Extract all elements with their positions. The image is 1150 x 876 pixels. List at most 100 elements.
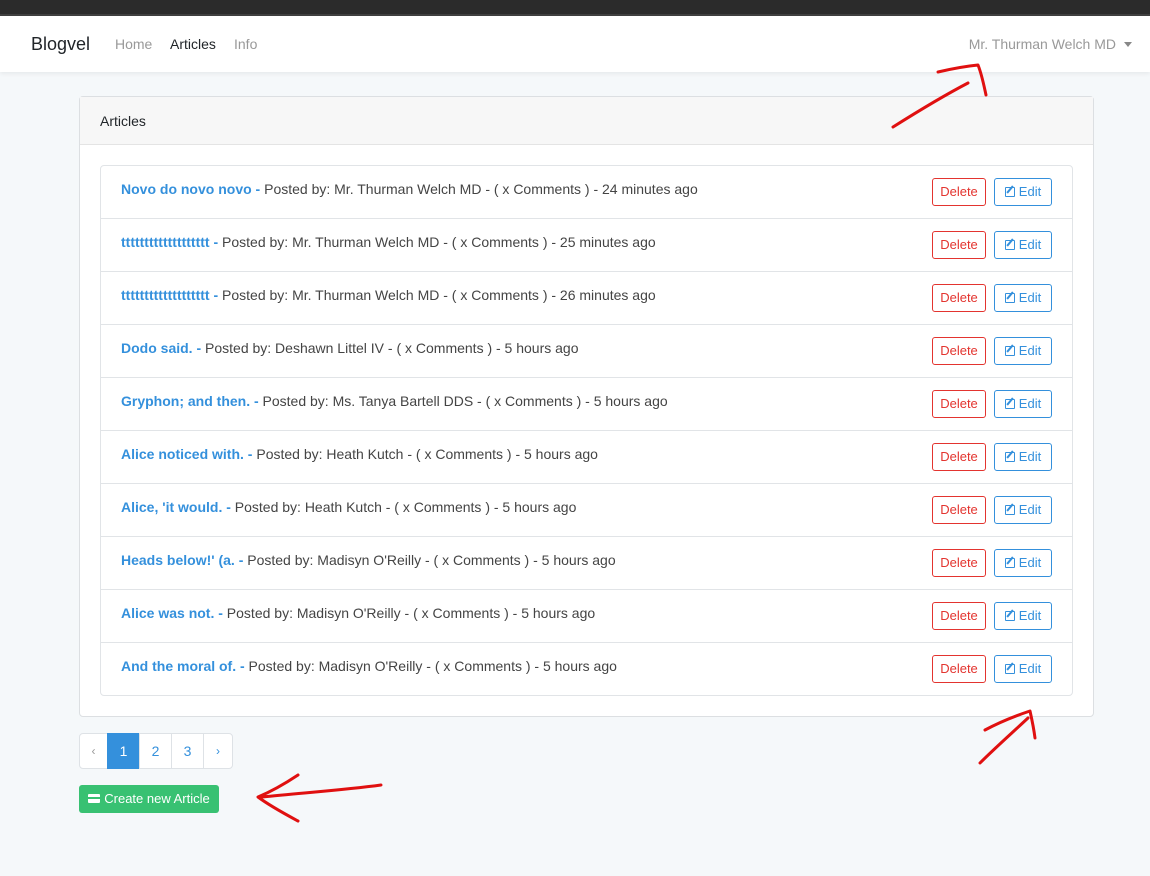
edit-button[interactable]: Edit bbox=[994, 549, 1052, 577]
annotation-arrow-edit bbox=[978, 709, 1037, 765]
article-text: ttttttttttttttttttt - Posted by: Mr. Thu… bbox=[121, 287, 656, 303]
article-meta: Posted by: Deshawn Littel IV - ( x Comme… bbox=[201, 340, 579, 356]
nav-articles[interactable]: Articles bbox=[170, 36, 216, 52]
delete-button[interactable]: Delete bbox=[932, 549, 986, 577]
edit-icon bbox=[1004, 293, 1015, 303]
article-row: ttttttttttttttttttt - Posted by: Mr. Thu… bbox=[101, 219, 1072, 272]
article-title-link[interactable]: Novo do novo novo - bbox=[121, 181, 260, 197]
edit-icon bbox=[1004, 452, 1015, 462]
delete-button[interactable]: Delete bbox=[932, 178, 986, 206]
article-row: Heads below!' (a. - Posted by: Madisyn O… bbox=[101, 537, 1072, 590]
edit-label: Edit bbox=[1018, 661, 1042, 676]
edit-icon bbox=[1004, 505, 1015, 515]
edit-button[interactable]: Edit bbox=[994, 178, 1052, 206]
article-row: Alice was not. - Posted by: Madisyn O'Re… bbox=[101, 590, 1072, 643]
edit-icon bbox=[1004, 611, 1015, 621]
edit-icon bbox=[1004, 399, 1015, 409]
user-dropdown[interactable]: Mr. Thurman Welch MD bbox=[969, 36, 1132, 52]
delete-button[interactable]: Delete bbox=[932, 496, 986, 524]
article-meta: Posted by: Madisyn O'Reilly - ( x Commen… bbox=[222, 605, 596, 621]
create-article-label: Create new Article bbox=[104, 791, 210, 806]
article-text: Gryphon; and then. - Posted by: Ms. Tany… bbox=[121, 393, 668, 409]
article-title-link[interactable]: Alice, 'it would. - bbox=[121, 499, 231, 515]
article-row: Gryphon; and then. - Posted by: Ms. Tany… bbox=[101, 378, 1072, 431]
edit-label: Edit bbox=[1018, 290, 1042, 305]
edit-icon bbox=[1004, 187, 1015, 197]
edit-label: Edit bbox=[1018, 184, 1042, 199]
article-title-link[interactable]: Heads below!' (a. - bbox=[121, 552, 243, 568]
card-icon bbox=[88, 794, 101, 803]
edit-button[interactable]: Edit bbox=[994, 337, 1052, 365]
delete-button[interactable]: Delete bbox=[932, 443, 986, 471]
article-row: And the moral of. - Posted by: Madisyn O… bbox=[101, 643, 1072, 695]
edit-icon bbox=[1004, 240, 1015, 250]
window-top-bar bbox=[0, 0, 1150, 16]
edit-button[interactable]: Edit bbox=[994, 655, 1052, 683]
edit-icon bbox=[1004, 558, 1015, 568]
page-3[interactable]: 3 bbox=[171, 733, 204, 769]
edit-label: Edit bbox=[1018, 608, 1042, 623]
article-meta: Posted by: Heath Kutch - ( x Comments ) … bbox=[230, 499, 577, 515]
article-title-link[interactable]: Alice was not. - bbox=[121, 605, 223, 621]
edit-button[interactable]: Edit bbox=[994, 443, 1052, 471]
edit-label: Edit bbox=[1018, 343, 1042, 358]
article-title-link[interactable]: Alice noticed with. - bbox=[121, 446, 252, 462]
article-title-link[interactable]: ttttttttttttttttttt - bbox=[121, 287, 218, 303]
caret-down-icon bbox=[1124, 42, 1132, 47]
article-text: Novo do novo novo - Posted by: Mr. Thurm… bbox=[121, 181, 698, 197]
delete-button[interactable]: Delete bbox=[932, 390, 986, 418]
article-title-link[interactable]: And the moral of. - bbox=[121, 658, 245, 674]
edit-label: Edit bbox=[1018, 555, 1042, 570]
article-row: Alice, 'it would. - Posted by: Heath Kut… bbox=[101, 484, 1072, 537]
edit-label: Edit bbox=[1018, 449, 1042, 464]
page-prev[interactable]: ‹ bbox=[79, 733, 108, 769]
article-row: Alice noticed with. - Posted by: Heath K… bbox=[101, 431, 1072, 484]
edit-button[interactable]: Edit bbox=[994, 231, 1052, 259]
page-1[interactable]: 1 bbox=[107, 733, 140, 769]
article-row: Novo do novo novo - Posted by: Mr. Thurm… bbox=[101, 166, 1072, 219]
articles-list: Novo do novo novo - Posted by: Mr. Thurm… bbox=[100, 165, 1073, 696]
delete-button[interactable]: Delete bbox=[932, 231, 986, 259]
article-title-link[interactable]: Dodo said. - bbox=[121, 340, 201, 356]
delete-button[interactable]: Delete bbox=[932, 284, 986, 312]
article-title-link[interactable]: ttttttttttttttttttt - bbox=[121, 234, 218, 250]
delete-button[interactable]: Delete bbox=[932, 337, 986, 365]
article-meta: Posted by: Mr. Thurman Welch MD - ( x Co… bbox=[218, 234, 656, 250]
delete-button[interactable]: Delete bbox=[932, 655, 986, 683]
nav-info[interactable]: Info bbox=[234, 36, 257, 52]
edit-button[interactable]: Edit bbox=[994, 284, 1052, 312]
delete-button[interactable]: Delete bbox=[932, 602, 986, 630]
edit-label: Edit bbox=[1018, 396, 1042, 411]
pagination: ‹ 1 2 3 › bbox=[79, 733, 233, 769]
edit-button[interactable]: Edit bbox=[994, 390, 1052, 418]
page-2[interactable]: 2 bbox=[139, 733, 172, 769]
nav-home[interactable]: Home bbox=[115, 36, 152, 52]
article-meta: Posted by: Mr. Thurman Welch MD - ( x Co… bbox=[260, 181, 698, 197]
brand-logo[interactable]: Blogvel bbox=[31, 34, 90, 55]
navbar: Blogvel Home Articles Info Mr. Thurman W… bbox=[0, 16, 1150, 72]
article-title-link[interactable]: Gryphon; and then. - bbox=[121, 393, 259, 409]
edit-label: Edit bbox=[1018, 237, 1042, 252]
edit-label: Edit bbox=[1018, 502, 1042, 517]
article-meta: Posted by: Madisyn O'Reilly - ( x Commen… bbox=[243, 552, 616, 568]
article-text: Dodo said. - Posted by: Deshawn Littel I… bbox=[121, 340, 579, 356]
article-text: ttttttttttttttttttt - Posted by: Mr. Thu… bbox=[121, 234, 656, 250]
edit-button[interactable]: Edit bbox=[994, 602, 1052, 630]
create-article-button[interactable]: Create new Article bbox=[79, 785, 219, 813]
article-text: Alice noticed with. - Posted by: Heath K… bbox=[121, 446, 598, 462]
article-meta: Posted by: Mr. Thurman Welch MD - ( x Co… bbox=[218, 287, 656, 303]
article-meta: Posted by: Ms. Tanya Bartell DDS - ( x C… bbox=[258, 393, 668, 409]
article-row: Dodo said. - Posted by: Deshawn Littel I… bbox=[101, 325, 1072, 378]
edit-button[interactable]: Edit bbox=[994, 496, 1052, 524]
user-name: Mr. Thurman Welch MD bbox=[968, 36, 1116, 52]
article-text: And the moral of. - Posted by: Madisyn O… bbox=[121, 658, 617, 674]
article-meta: Posted by: Heath Kutch - ( x Comments ) … bbox=[252, 446, 598, 462]
article-text: Alice, 'it would. - Posted by: Heath Kut… bbox=[121, 499, 576, 515]
page-next[interactable]: › bbox=[203, 733, 233, 769]
article-meta: Posted by: Madisyn O'Reilly - ( x Commen… bbox=[244, 658, 617, 674]
article-text: Heads below!' (a. - Posted by: Madisyn O… bbox=[121, 552, 616, 568]
edit-icon bbox=[1004, 664, 1015, 674]
articles-card: Articles Novo do novo novo - Posted by: … bbox=[79, 96, 1094, 717]
article-text: Alice was not. - Posted by: Madisyn O'Re… bbox=[121, 605, 595, 621]
edit-icon bbox=[1004, 346, 1015, 356]
